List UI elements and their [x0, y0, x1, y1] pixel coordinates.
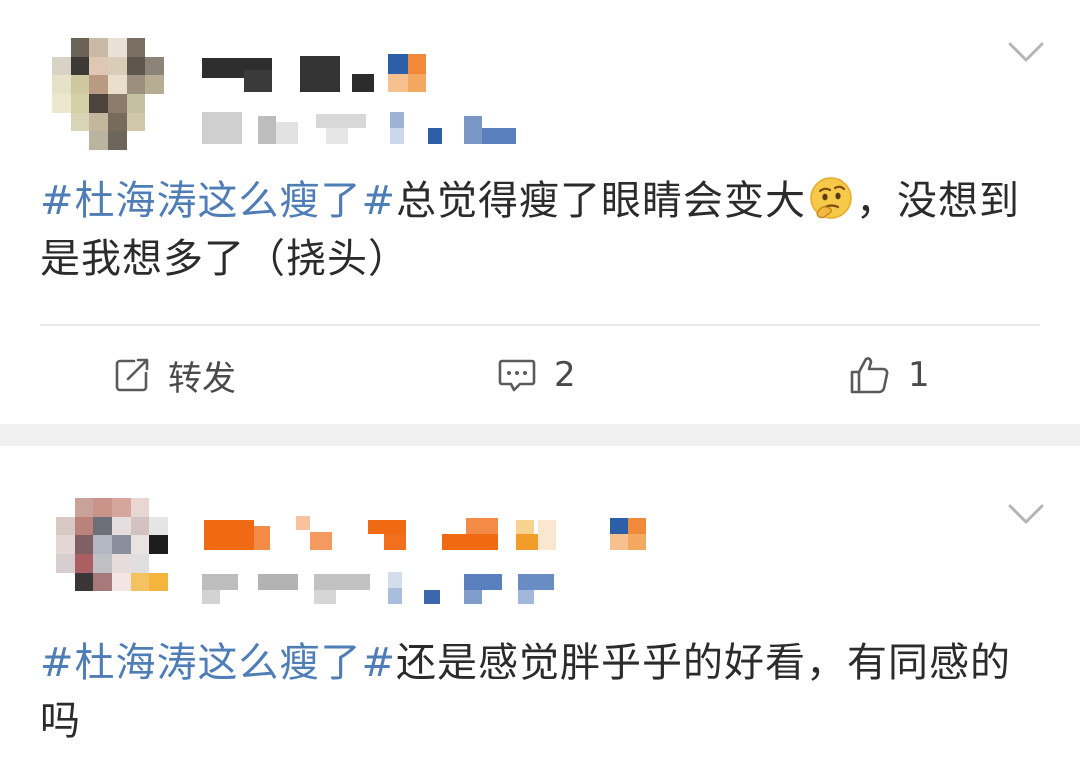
- repost-icon: [115, 358, 149, 392]
- thinking-face-icon: [810, 177, 852, 219]
- repost-button[interactable]: 转发: [112, 350, 236, 400]
- username-redacted[interactable]: [204, 514, 654, 554]
- post-text-part: 总觉得瘦了眼睛会变大: [396, 178, 807, 224]
- post-text: #杜海涛这么瘦了#还是感觉胖乎乎的好看，有同感的吗: [40, 634, 1040, 750]
- comment-button[interactable]: 2: [496, 350, 576, 400]
- chevron-down-icon[interactable]: [1006, 40, 1046, 64]
- post-card-2: #杜海涛这么瘦了#还是感觉胖乎乎的好看，有同感的吗: [0, 446, 1080, 769]
- hashtag-link[interactable]: #杜海涛这么瘦了#: [40, 178, 396, 224]
- username-redacted[interactable]: [202, 52, 432, 92]
- comment-count: 2: [554, 355, 576, 395]
- comment-icon: [498, 359, 536, 392]
- like-icon: [850, 357, 889, 394]
- post-meta-redacted: [202, 110, 522, 146]
- repost-label: 转发: [168, 358, 236, 399]
- post-card-1: #杜海涛这么瘦了#总觉得瘦了眼睛会变大 ，没想到是我想多了（挠头） 转发 2 1: [0, 0, 1080, 424]
- post-text: #杜海涛这么瘦了#总觉得瘦了眼睛会变大 ，没想到是我想多了（挠头）: [40, 172, 1040, 288]
- like-button[interactable]: 1: [848, 350, 930, 400]
- hashtag-link[interactable]: #杜海涛这么瘦了#: [40, 640, 396, 686]
- avatar[interactable]: [56, 498, 168, 610]
- divider: [40, 324, 1040, 326]
- like-count: 1: [908, 355, 930, 395]
- chevron-down-icon[interactable]: [1006, 502, 1046, 526]
- avatar[interactable]: [52, 38, 164, 150]
- post-meta-redacted: [202, 570, 582, 606]
- feed-separator: [0, 424, 1080, 446]
